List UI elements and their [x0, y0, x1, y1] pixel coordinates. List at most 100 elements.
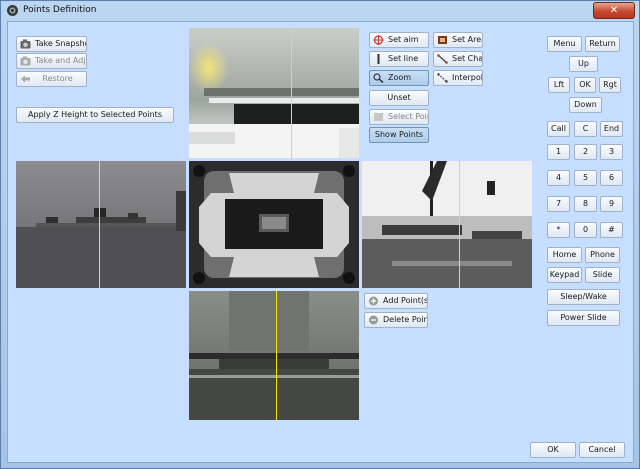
apply-z-height-button[interactable]: Apply Z Height to Selected Points: [16, 107, 174, 123]
camera-view-right[interactable]: [362, 161, 532, 288]
keypad-button[interactable]: Keypad: [547, 267, 582, 283]
key-label: 6: [608, 173, 615, 182]
unset-button[interactable]: Unset: [369, 90, 429, 106]
minus-circle-icon: [369, 315, 378, 325]
ok-button[interactable]: OK: [530, 442, 576, 458]
show-points-label: Show Points: [374, 130, 424, 139]
interpolate-icon: [437, 73, 448, 83]
ok-nav-label: OK: [579, 80, 591, 89]
chain-icon: [437, 54, 448, 64]
key-hash-button[interactable]: #: [600, 222, 623, 238]
take-snapshots-label: Take Snapshots: [35, 39, 86, 48]
camera-image: [189, 161, 359, 288]
return-label: Return: [589, 39, 616, 48]
restore-label: Restore: [42, 74, 73, 83]
title-bar[interactable]: Points Definition ✕: [1, 1, 639, 20]
cursor-line: [99, 161, 100, 288]
camera-view-bottom[interactable]: [189, 291, 359, 420]
apply-z-height-label: Apply Z Height to Selected Points: [28, 110, 162, 119]
clear-label: C: [582, 124, 589, 133]
home-label: Home: [552, 250, 577, 259]
down-button[interactable]: Down: [569, 97, 602, 113]
restore-button[interactable]: Restore: [16, 71, 87, 87]
select-points-label: Select Points: [388, 112, 428, 121]
camera-image: [189, 28, 359, 158]
cancel-button[interactable]: Cancel: [579, 442, 625, 458]
up-label: Up: [578, 59, 589, 68]
back-arrow-icon: [21, 75, 30, 83]
right-button[interactable]: Rgt: [599, 77, 621, 93]
ok-nav-button[interactable]: OK: [574, 77, 596, 93]
close-button[interactable]: ✕: [593, 2, 635, 19]
magnifier-icon: [373, 73, 384, 83]
key-label: 0: [582, 225, 589, 234]
set-aim-label: Set aim: [388, 35, 419, 44]
camera-icon: [20, 56, 31, 66]
key-6-button[interactable]: 6: [600, 170, 623, 186]
sleep-wake-button[interactable]: Sleep/Wake: [547, 289, 620, 305]
key-7-button[interactable]: 7: [547, 196, 570, 212]
keypad-label: Keypad: [549, 270, 580, 279]
line-icon: [377, 54, 380, 64]
interpolate-button[interactable]: Interpolate: [433, 70, 483, 86]
camera-icon: [20, 39, 31, 49]
camera-image: [362, 161, 532, 288]
show-points-button[interactable]: Show Points: [369, 127, 429, 143]
return-button[interactable]: Return: [585, 36, 620, 52]
call-button[interactable]: Call: [547, 121, 570, 137]
phone-label: Phone: [590, 250, 615, 259]
cursor-line: [276, 291, 277, 420]
key-label: *: [556, 225, 561, 234]
delete-points-label: Delete Point(s): [383, 315, 428, 324]
add-points-label: Add Point(s): [383, 296, 428, 305]
up-button[interactable]: Up: [569, 56, 598, 72]
add-points-button[interactable]: Add Point(s): [364, 293, 428, 309]
power-slide-label: Power Slide: [560, 313, 607, 322]
key-0-button[interactable]: 0: [574, 222, 597, 238]
set-line-label: Set line: [388, 54, 419, 63]
set-aim-button[interactable]: Set aim: [369, 32, 429, 48]
cursor-line: [459, 161, 460, 288]
down-label: Down: [574, 100, 597, 109]
home-button[interactable]: Home: [547, 247, 582, 263]
slide-button[interactable]: Slide: [585, 267, 620, 283]
client-area: Take Snapshots Take and Adjust Restore A…: [7, 21, 634, 463]
cursor-line: [291, 28, 292, 158]
set-line-button[interactable]: Set line: [369, 51, 429, 67]
left-button[interactable]: Lft: [548, 77, 570, 93]
power-slide-button[interactable]: Power Slide: [547, 310, 620, 326]
right-label: Rgt: [603, 80, 617, 89]
key-3-button[interactable]: 3: [600, 144, 623, 160]
set-area-button[interactable]: Set Area: [433, 32, 483, 48]
key-1-button[interactable]: 1: [547, 144, 570, 160]
camera-view-top[interactable]: [189, 28, 359, 158]
cancel-label: Cancel: [588, 445, 616, 454]
key-5-button[interactable]: 5: [574, 170, 597, 186]
zoom-label: Zoom: [388, 73, 412, 82]
key-4-button[interactable]: 4: [547, 170, 570, 186]
phone-button[interactable]: Phone: [585, 247, 620, 263]
menu-button[interactable]: Menu: [547, 36, 582, 52]
key-9-button[interactable]: 9: [600, 196, 623, 212]
ok-label: OK: [547, 445, 559, 454]
zoom-button[interactable]: Zoom: [369, 70, 429, 86]
take-snapshots-button[interactable]: Take Snapshots: [16, 36, 87, 52]
key-8-button[interactable]: 8: [574, 196, 597, 212]
key-label: 8: [582, 199, 589, 208]
clear-button[interactable]: C: [574, 121, 597, 137]
select-points-button[interactable]: Select Points: [369, 109, 429, 125]
camera-image: [189, 291, 359, 420]
take-and-adjust-button[interactable]: Take and Adjust: [16, 53, 87, 69]
key-2-button[interactable]: 2: [574, 144, 597, 160]
slide-label: Slide: [592, 270, 613, 279]
camera-view-left[interactable]: [16, 161, 186, 288]
camera-image: [16, 161, 186, 288]
set-chain-button[interactable]: Set Chain: [433, 51, 483, 67]
set-area-label: Set Area: [452, 35, 483, 44]
points-definition-window: Points Definition ✕ Take Snapshots Take …: [0, 0, 640, 469]
delete-points-button[interactable]: Delete Point(s): [364, 312, 428, 328]
target-icon: [373, 35, 384, 45]
key-star-button[interactable]: *: [547, 222, 570, 238]
camera-view-center[interactable]: [189, 161, 359, 288]
end-button[interactable]: End: [600, 121, 623, 137]
